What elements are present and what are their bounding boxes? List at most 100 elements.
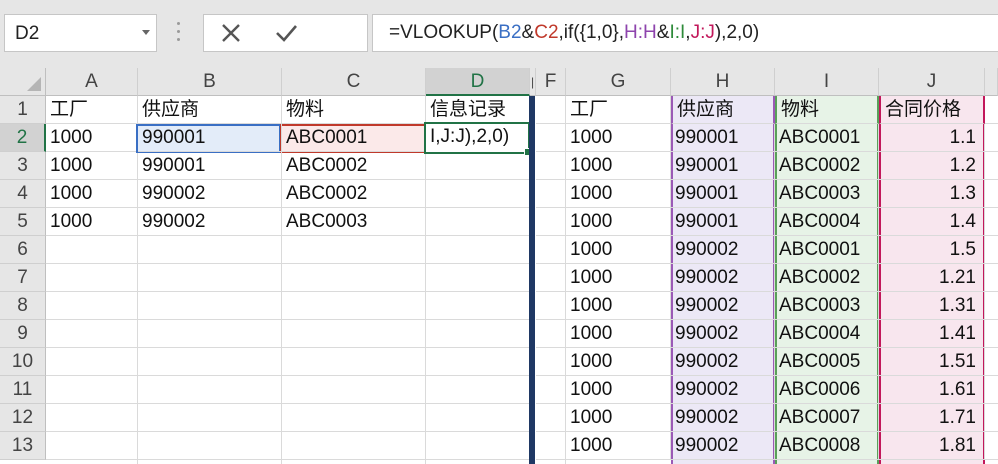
- cell-i[interactable]: ABC0005: [775, 348, 879, 376]
- cell-a5[interactable]: 1000: [46, 208, 138, 236]
- cell-h[interactable]: 990001: [671, 208, 775, 236]
- cell-g[interactable]: 1000: [566, 292, 671, 320]
- cell-h[interactable]: 990001: [671, 124, 775, 152]
- cell-c4[interactable]: ABC0002: [282, 180, 426, 208]
- column-header-h[interactable]: H: [671, 68, 775, 96]
- cell-g[interactable]: 1000: [566, 348, 671, 376]
- cell-h[interactable]: 990002: [671, 432, 775, 460]
- cell-c3[interactable]: ABC0002: [282, 152, 426, 180]
- cell-i[interactable]: ABC0006: [775, 376, 879, 404]
- column-header-a[interactable]: A: [46, 68, 138, 96]
- cell-i[interactable]: ABC0008: [775, 432, 879, 460]
- cell-h[interactable]: 990001: [671, 180, 775, 208]
- cell-h[interactable]: 990002: [671, 236, 775, 264]
- cell-j[interactable]: 1.71: [879, 404, 985, 432]
- cell-b4[interactable]: 990002: [138, 180, 282, 208]
- cell-g[interactable]: 1000: [566, 236, 671, 264]
- checkmark-icon[interactable]: [269, 19, 303, 47]
- cell-j1[interactable]: 合同价格: [879, 96, 985, 124]
- cell-g[interactable]: 1000: [566, 432, 671, 460]
- row-header[interactable]: 8: [0, 292, 46, 320]
- cell-c2[interactable]: ABC0001: [282, 124, 426, 152]
- cell-h[interactable]: 990002: [671, 376, 775, 404]
- cell-h[interactable]: 990002: [671, 348, 775, 376]
- cell-i[interactable]: ABC0001: [775, 124, 879, 152]
- cell-j[interactable]: 1.5: [879, 236, 985, 264]
- cell-j[interactable]: 1.2: [879, 152, 985, 180]
- cell-c1[interactable]: 物料: [282, 96, 426, 124]
- cell-g1[interactable]: 工厂: [566, 96, 671, 124]
- cell-h[interactable]: 990001: [671, 152, 775, 180]
- row-header[interactable]: 6: [0, 236, 46, 264]
- active-cell-d2[interactable]: I,J:J),2,0): [424, 122, 532, 156]
- cell-i1[interactable]: 物料: [775, 96, 879, 124]
- cell-i[interactable]: ABC0001: [775, 236, 879, 264]
- cell-j[interactable]: 1.21: [879, 264, 985, 292]
- cell-i[interactable]: ABC0003: [775, 292, 879, 320]
- row-header[interactable]: 12: [0, 404, 46, 432]
- cell-g[interactable]: 1000: [566, 404, 671, 432]
- cell-h[interactable]: 990002: [671, 320, 775, 348]
- cell-b2[interactable]: 990001: [138, 124, 282, 152]
- row-header[interactable]: 5: [0, 208, 46, 236]
- drag-handle-icon[interactable]: [170, 18, 186, 48]
- cell-g[interactable]: 1000: [566, 180, 671, 208]
- cell-j[interactable]: 1.61: [879, 376, 985, 404]
- row-header[interactable]: 13: [0, 432, 46, 460]
- cell-i[interactable]: ABC0002: [775, 264, 879, 292]
- cell-j[interactable]: 1.31: [879, 292, 985, 320]
- cell-j[interactable]: 1.81: [879, 432, 985, 460]
- cell-b5[interactable]: 990002: [138, 208, 282, 236]
- cell-h[interactable]: 990002: [671, 264, 775, 292]
- column-header-d[interactable]: D: [426, 68, 530, 96]
- cell-h[interactable]: 990002: [671, 404, 775, 432]
- cell-b1[interactable]: 供应商: [138, 96, 282, 124]
- close-icon[interactable]: [214, 19, 248, 47]
- row-header[interactable]: 7: [0, 264, 46, 292]
- cell-i[interactable]: ABC0004: [775, 320, 879, 348]
- cell-i[interactable]: ABC0002: [775, 152, 879, 180]
- cell-i[interactable]: ABC0007: [775, 404, 879, 432]
- cell-a3[interactable]: 1000: [46, 152, 138, 180]
- cell-g[interactable]: 1000: [566, 152, 671, 180]
- cell-i[interactable]: ABC0004: [775, 208, 879, 236]
- chevron-down-icon[interactable]: [142, 30, 150, 35]
- cell-b3[interactable]: 990001: [138, 152, 282, 180]
- column-header-b[interactable]: B: [138, 68, 282, 96]
- cell-h1[interactable]: 供应商: [671, 96, 775, 124]
- cell-g[interactable]: 1000: [566, 320, 671, 348]
- row-header[interactable]: 3: [0, 152, 46, 180]
- row-header[interactable]: 11: [0, 376, 46, 404]
- cell-a1[interactable]: 工厂: [46, 96, 138, 124]
- row-header[interactable]: 10: [0, 348, 46, 376]
- row-header[interactable]: 1: [0, 96, 46, 124]
- column-header-f[interactable]: F: [536, 68, 566, 96]
- cell-a4[interactable]: 1000: [46, 180, 138, 208]
- cell-j[interactable]: 1.3: [879, 180, 985, 208]
- row-header[interactable]: 2: [0, 124, 46, 152]
- column-header-g[interactable]: G: [566, 68, 671, 96]
- name-box[interactable]: D2: [4, 14, 157, 52]
- row-header[interactable]: 4: [0, 180, 46, 208]
- cell-h[interactable]: 990002: [671, 292, 775, 320]
- freeze-pane-divider[interactable]: [529, 96, 535, 464]
- cell-g[interactable]: 1000: [566, 376, 671, 404]
- cell-j[interactable]: 1.1: [879, 124, 985, 152]
- formula-input[interactable]: =VLOOKUP(B2&C2,if({1,0},H:H&I:I,J:J),2,0…: [372, 14, 998, 52]
- cell-d1[interactable]: 信息记录: [426, 96, 530, 124]
- column-header-c[interactable]: C: [282, 68, 426, 96]
- row-header[interactable]: 9: [0, 320, 46, 348]
- column-header-i[interactable]: I: [775, 68, 879, 96]
- column-header-j[interactable]: J: [879, 68, 985, 96]
- select-all-button[interactable]: [0, 68, 46, 96]
- cell-j[interactable]: 1.41: [879, 320, 985, 348]
- cell-i[interactable]: ABC0003: [775, 180, 879, 208]
- cell-a2[interactable]: 1000: [46, 124, 138, 152]
- cell-g[interactable]: 1000: [566, 124, 671, 152]
- cell-j[interactable]: 1.4: [879, 208, 985, 236]
- cell-c5[interactable]: ABC0003: [282, 208, 426, 236]
- cell-g[interactable]: 1000: [566, 208, 671, 236]
- cell-j[interactable]: 1.51: [879, 348, 985, 376]
- column-header-k[interactable]: [985, 68, 998, 96]
- cell-g[interactable]: 1000: [566, 264, 671, 292]
